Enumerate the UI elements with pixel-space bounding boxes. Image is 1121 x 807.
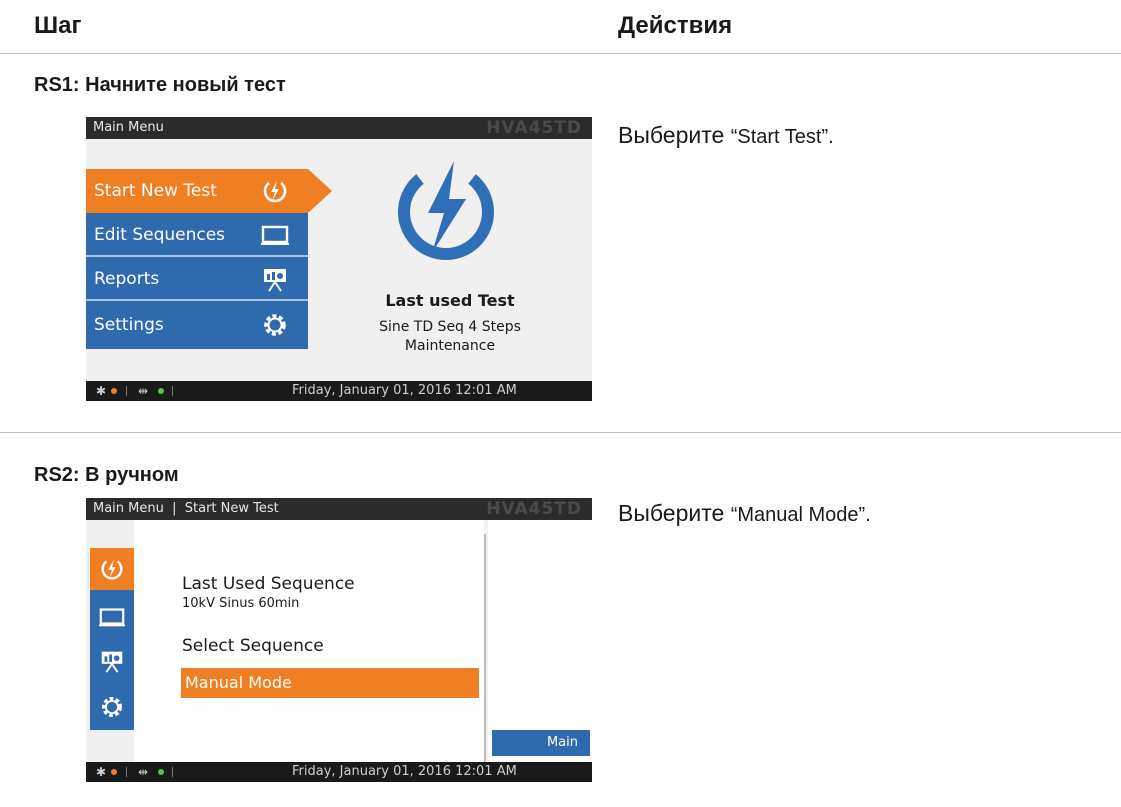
usb-status-dot xyxy=(158,388,164,394)
last-used-sequence-value: 10kV Sinus 60min xyxy=(182,596,300,611)
sidebar-start-test[interactable] xyxy=(90,548,134,590)
gear-icon xyxy=(264,314,286,336)
presentation-icon xyxy=(101,651,123,673)
screen-statusbar: ✱ ⇹ Friday, January 01, 2016 12:01 AM xyxy=(86,381,592,401)
large-bolt-icon xyxy=(398,161,494,260)
menu-settings-label: Settings xyxy=(94,315,164,335)
bluetooth-status-dot xyxy=(111,388,117,394)
screen-statusbar: ✱ ⇹ Friday, January 01, 2016 12:01 AM xyxy=(86,762,592,782)
manual-mode-item[interactable]: Manual Mode xyxy=(181,668,479,698)
action-rs1-prefix: Выберите xyxy=(618,122,731,148)
header-step: Шаг xyxy=(34,12,82,39)
header-rule xyxy=(0,53,1121,54)
status-separator xyxy=(172,767,173,777)
menu-reports[interactable]: Reports xyxy=(86,257,308,301)
screen-title: Main Menu xyxy=(93,120,164,135)
presentation-icon xyxy=(264,269,286,292)
action-rs1: Выберите “Start Test”. xyxy=(618,122,834,149)
action-rs2-prefix: Выберите xyxy=(618,500,731,526)
screen-titlebar: Main Menu | Start New Test HVA45TD xyxy=(86,498,592,520)
sidebar-edit-sequences[interactable] xyxy=(90,598,134,634)
vertical-divider xyxy=(484,534,486,762)
status-separator xyxy=(126,767,127,777)
selection-arrow xyxy=(308,169,332,213)
sidebar-reports[interactable] xyxy=(90,644,134,680)
sidebar-settings[interactable] xyxy=(90,688,134,724)
usb-status-dot xyxy=(158,769,164,775)
bolt-icon xyxy=(101,559,123,580)
last-used-test-label: Last used Test xyxy=(385,291,515,310)
usb-icon: ⇹ xyxy=(138,765,149,779)
bolt-icon xyxy=(263,181,287,203)
row-rule xyxy=(0,432,1121,433)
menu-settings[interactable]: Settings xyxy=(86,301,308,349)
start-new-test-screen: Main Menu | Start New Test HVA45TD Last … xyxy=(86,498,592,782)
action-rs2-quoted: “Manual Mode”. xyxy=(730,504,871,526)
side-panel xyxy=(488,520,592,762)
last-used-test-line2: Maintenance xyxy=(404,338,496,354)
status-separator xyxy=(126,386,127,396)
bluetooth-icon: ✱ xyxy=(96,384,107,398)
screen-titlebar: Main Menu HVA45TD xyxy=(86,117,592,139)
brand-logo: HVA45TD xyxy=(486,499,582,519)
main-button-label: Main xyxy=(546,735,578,750)
screen-datetime: Friday, January 01, 2016 12:01 AM xyxy=(292,383,517,398)
monitor-icon xyxy=(261,225,289,245)
usb-icon: ⇹ xyxy=(138,384,149,398)
action-rs1-quoted: “Start Test”. xyxy=(730,126,834,148)
menu-reports-label: Reports xyxy=(94,269,160,289)
brand-logo: HVA45TD xyxy=(486,118,582,138)
status-separator xyxy=(172,386,173,396)
gear-icon xyxy=(101,696,123,718)
step-title-rs1: RS1: Начните новый тест xyxy=(34,74,286,96)
bluetooth-status-dot xyxy=(111,769,117,775)
menu-start-new-test[interactable]: Start New Test xyxy=(86,169,308,213)
select-sequence-item[interactable]: Select Sequence xyxy=(182,636,324,656)
menu-edit-sequences-label: Edit Sequences xyxy=(94,225,226,245)
menu-start-new-test-label: Start New Test xyxy=(94,181,217,201)
screen-title: Main Menu | Start New Test xyxy=(93,501,279,516)
main-button[interactable]: Main xyxy=(492,730,590,756)
last-used-test-line1: Sine TD Seq 4 Steps xyxy=(379,319,521,335)
monitor-icon xyxy=(98,608,126,627)
menu-edit-sequences[interactable]: Edit Sequences xyxy=(86,213,308,257)
step-title-rs2: RS2: В ручном xyxy=(34,464,179,486)
main-menu-screen: Main Menu HVA45TD Start New Test Edit Se… xyxy=(86,117,592,401)
last-used-sequence-label: Last Used Sequence xyxy=(182,574,355,594)
screen-datetime: Friday, January 01, 2016 12:01 AM xyxy=(292,764,517,779)
action-rs2: Выберите “Manual Mode”. xyxy=(618,500,871,527)
header-actions: Действия xyxy=(618,12,733,39)
bluetooth-icon: ✱ xyxy=(96,765,107,779)
